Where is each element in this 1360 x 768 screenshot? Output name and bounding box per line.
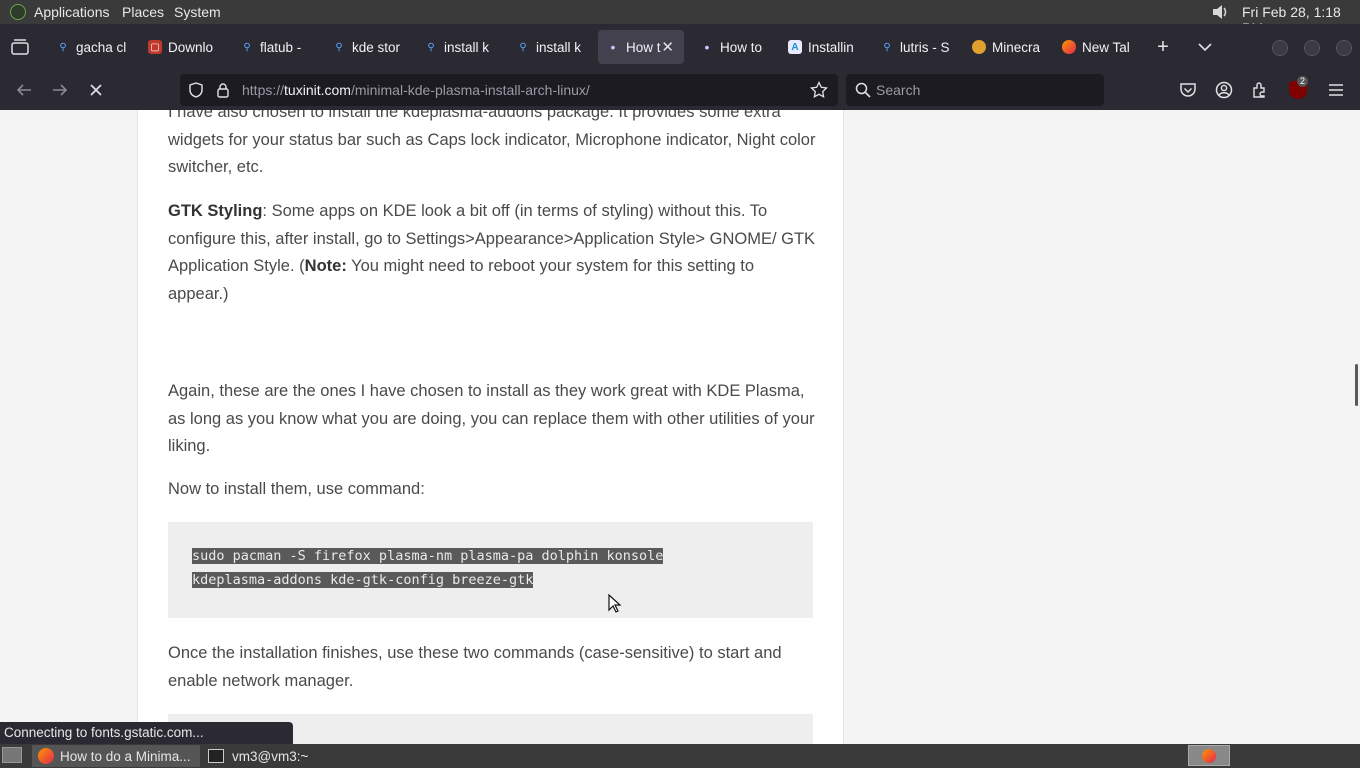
taskbar-item-firefox[interactable]: How to do a Minima... — [32, 745, 200, 767]
search-icon: ⚲ — [427, 41, 435, 53]
paragraph-addons: I have also chosen to install the kdepla… — [168, 110, 816, 176]
distro-logo-icon[interactable] — [10, 4, 26, 20]
tab-label: flatub - — [260, 39, 302, 55]
tab-active-how-to[interactable]: • How t ✕ — [598, 30, 684, 64]
url-text[interactable]: https://tuxinit.com/minimal-kde-plasma-i… — [242, 82, 590, 98]
tab-gacha[interactable]: ⚲ gacha cl — [48, 30, 132, 64]
tab-label: New Tal — [1082, 39, 1130, 55]
workspace-switcher-firefox-icon[interactable] — [1188, 745, 1230, 766]
loading-icon: • — [704, 39, 710, 55]
arch-wiki-icon: A — [788, 40, 802, 54]
tab-install-1[interactable]: ⚲ install k — [416, 30, 500, 64]
tab-label: gacha cl — [76, 39, 127, 55]
paragraph-gtk-styling: GTK Styling: Some apps on KDE look a bit… — [168, 198, 818, 308]
window-maximize-button[interactable] — [1304, 40, 1320, 56]
tab-overview-icon[interactable] — [8, 32, 32, 62]
red-site-icon: ▢ — [148, 40, 162, 54]
close-tab-icon[interactable]: ✕ — [661, 38, 674, 56]
list-all-tabs-chevron-icon[interactable] — [1192, 32, 1218, 62]
code-line-2[interactable]: kdeplasma-addons kde-gtk-config breeze-g… — [192, 572, 534, 588]
tab-label: How to — [720, 39, 763, 55]
search-icon: ⚲ — [59, 41, 67, 53]
tab-label: Downlo — [168, 39, 214, 55]
tab-label: Minecra — [992, 39, 1041, 55]
status-bar: Connecting to fonts.gstatic.com... — [0, 722, 293, 744]
tab-label: install k — [536, 39, 582, 55]
paragraph-install-command: Now to install them, use command: — [168, 480, 425, 498]
code-block[interactable]: sudo pacman -S firefox plasma-nm plasma-… — [168, 522, 813, 618]
back-arrow-icon[interactable] — [12, 78, 36, 102]
tab-install-2[interactable]: ⚲ install k — [508, 30, 592, 64]
tab-new-tab[interactable]: New Tal — [1054, 30, 1138, 64]
tab-kde-store[interactable]: ⚲ kde stor — [324, 30, 408, 64]
search-bar[interactable]: Search — [846, 74, 1104, 106]
stop-loading-icon[interactable] — [84, 78, 108, 102]
tab-label: Installin — [808, 39, 854, 55]
tab-label: install k — [444, 39, 490, 55]
extensions-puzzle-icon[interactable] — [1250, 80, 1270, 100]
volume-icon[interactable] — [1210, 2, 1230, 22]
search-placeholder: Search — [876, 82, 921, 98]
firefox-icon — [1202, 748, 1216, 763]
tab-label: lutris - S — [900, 39, 950, 55]
status-text: Connecting to fonts.gstatic.com... — [4, 725, 204, 740]
new-tab-plus-icon[interactable]: + — [1150, 32, 1176, 62]
terminal-icon — [208, 749, 224, 763]
tab-flatub[interactable]: ⚲ flatub - — [232, 30, 316, 64]
system-menu[interactable]: System — [174, 4, 221, 20]
search-icon: ⚲ — [519, 41, 527, 53]
tab-download[interactable]: ▢ Downlo — [140, 30, 224, 64]
search-icon: ⚲ — [243, 41, 251, 53]
article-content: I have also chosen to install the kdepla… — [137, 110, 844, 744]
tab-installing[interactable]: A Installin — [780, 30, 864, 64]
search-icon: ⚲ — [335, 41, 343, 53]
tab-lutris[interactable]: ⚲ lutris - S — [872, 30, 956, 64]
places-menu[interactable]: Places — [122, 4, 164, 20]
tab-label: How t — [626, 39, 661, 55]
code-line-1[interactable]: sudo pacman -S firefox plasma-nm plasma-… — [192, 548, 664, 564]
system-top-panel: Applications Places System Fri Feb 28, 1… — [0, 0, 1360, 36]
show-desktop-icon[interactable] — [2, 747, 22, 763]
tab-label: kde stor — [352, 39, 401, 55]
taskbar-item-terminal[interactable]: vm3@vm3:~ — [202, 745, 370, 767]
bookmark-star-icon[interactable] — [810, 80, 828, 99]
extension-badge: 2 — [1297, 76, 1309, 87]
taskbar-item-label: vm3@vm3:~ — [232, 748, 309, 764]
mouse-cursor-icon — [608, 593, 622, 614]
paragraph-network-manager: Once the installation finishes, use thes… — [168, 644, 782, 690]
firefox-icon — [1062, 40, 1076, 54]
browser-tab-bar: ⚲ gacha cl ▢ Downlo ⚲ flatub - ⚲ kde sto… — [0, 24, 1360, 70]
window-close-button[interactable] — [1336, 40, 1352, 56]
forward-arrow-icon[interactable] — [48, 78, 72, 102]
lock-icon[interactable] — [216, 82, 230, 98]
window-minimize-button[interactable] — [1272, 40, 1288, 56]
firefox-icon — [38, 748, 54, 764]
paragraph-again: Again, these are the ones I have chosen … — [168, 382, 815, 455]
search-icon — [855, 82, 871, 98]
url-path: /minimal-kde-plasma-install-arch-linux/ — [350, 82, 590, 98]
applications-menu[interactable]: Applications — [34, 4, 110, 20]
account-icon[interactable] — [1214, 80, 1234, 100]
search-icon: ⚲ — [883, 41, 891, 53]
minecraft-icon — [972, 40, 986, 54]
url-bar[interactable]: https://tuxinit.com/minimal-kde-plasma-i… — [180, 74, 838, 106]
tracking-shield-icon[interactable] — [188, 82, 204, 98]
pocket-icon[interactable] — [1178, 80, 1198, 100]
loading-icon: • — [610, 39, 616, 55]
url-prefix: https:// — [242, 82, 285, 98]
note-label: Note: — [304, 257, 347, 275]
url-domain: tuxinit.com — [284, 82, 351, 98]
system-bottom-panel: How to do a Minima... vm3@vm3:~ — [0, 744, 1360, 768]
hamburger-menu-icon[interactable] — [1326, 80, 1346, 100]
page-scrollbar-thumb[interactable] — [1355, 364, 1358, 406]
taskbar-item-label: How to do a Minima... — [60, 748, 191, 764]
gtk-styling-heading: GTK Styling — [168, 202, 263, 220]
tab-how-to[interactable]: • How to — [692, 30, 776, 64]
tab-minecraft[interactable]: Minecra — [964, 30, 1048, 64]
